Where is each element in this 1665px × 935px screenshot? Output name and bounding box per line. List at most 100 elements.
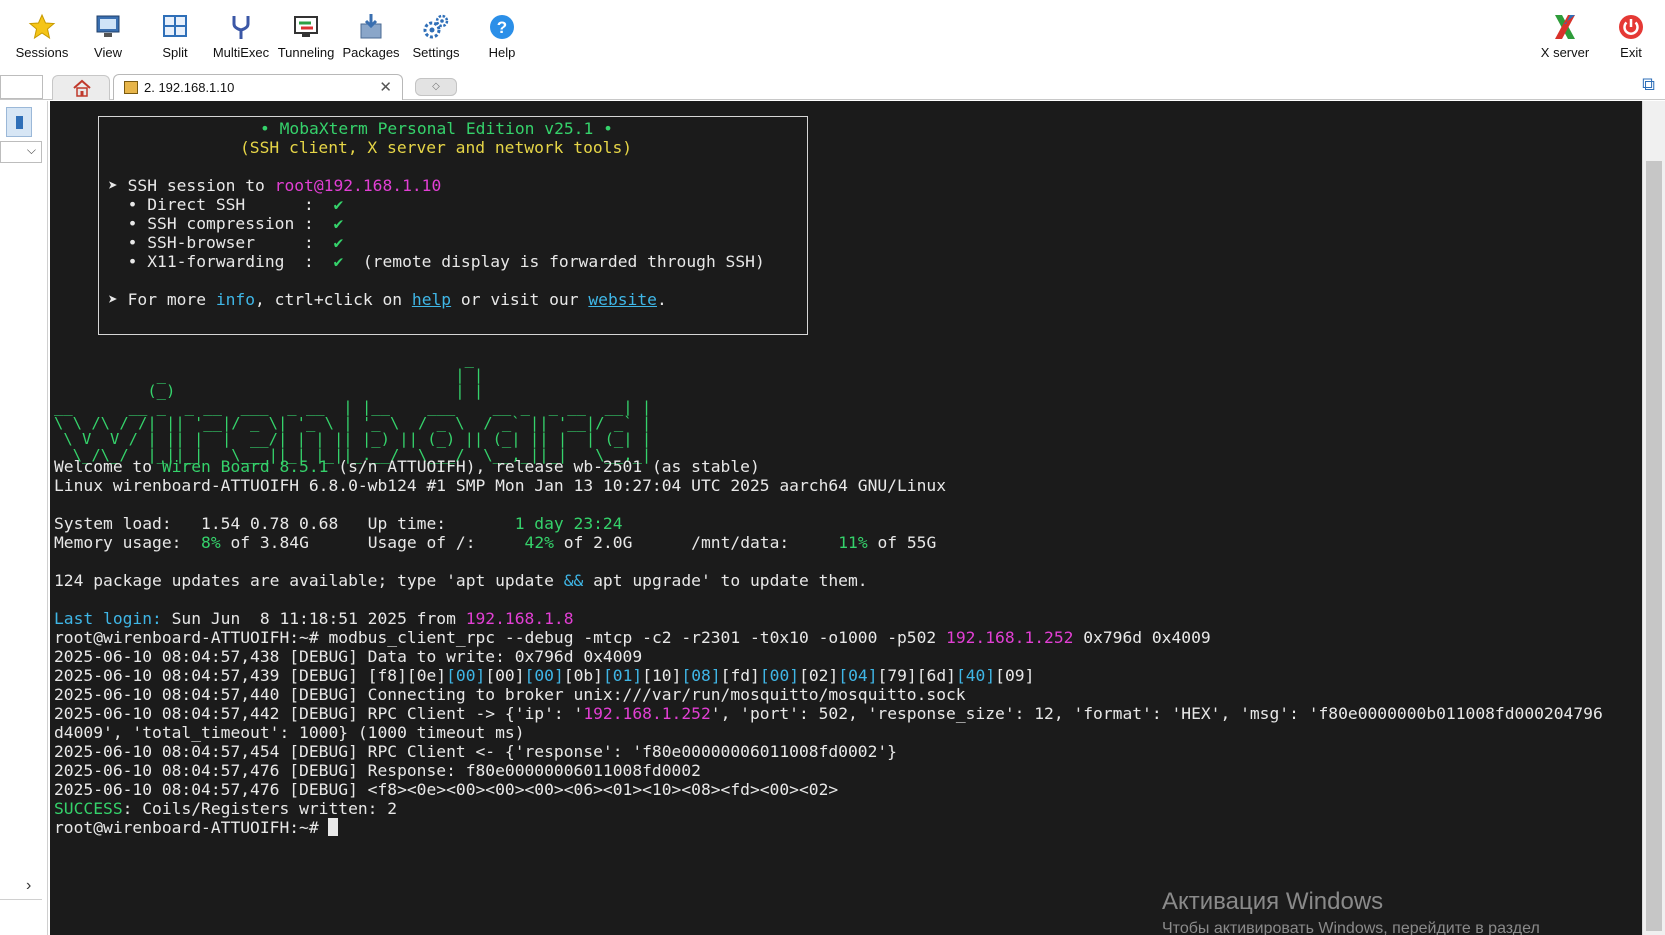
log2-prefix: 2025-06-10 08:04:57,439 [DEBUG] (54, 666, 368, 685)
split-button[interactable]: Split (139, 12, 211, 60)
command-tail: 0x796d 0x4009 (1073, 628, 1211, 647)
feature-text: • SSH compression : (108, 214, 334, 233)
sidebar-dropdown[interactable]: ⌵ (0, 141, 42, 163)
view-label: View (94, 45, 122, 60)
log-line: 2025-06-10 08:04:57,476 [DEBUG] <f8><0e>… (54, 780, 839, 799)
multiexec-button[interactable]: MultiExec (205, 12, 277, 60)
windows-activation-text: Чтобы активировать Windows, перейдите в … (1162, 920, 1540, 935)
sysload-line: System load: 1.54 0.78 0.68 Up time: 1 d… (54, 514, 623, 534)
updates-b: apt upgrade' to update them. (583, 571, 868, 590)
log4-prefix: 2025-06-10 08:04:57,442 [DEBUG] RPC Clie… (54, 704, 584, 723)
website-link[interactable]: website (588, 290, 657, 309)
x-server-icon (1555, 15, 1575, 39)
success-label: SUCCESS (54, 799, 123, 818)
x-server-label: X server (1540, 45, 1590, 60)
multiexec-label: MultiExec (212, 45, 270, 60)
sysload-label: System load: 1.54 0.78 0.68 Up time: (54, 514, 515, 533)
tab-bar: 2. 192.168.1.10 ✕ ◇ ⧉ (0, 72, 1665, 100)
feature-line-direct-ssh: • Direct SSH : ✔ (108, 195, 344, 215)
feature-note: (remote display is forwarded through SSH… (343, 252, 765, 271)
help-icon: ? (490, 15, 514, 39)
help-link[interactable]: help (412, 290, 451, 309)
command: modbus_client_rpc --debug -mtcp -c2 -r23… (328, 628, 947, 647)
final-prompt: root@wirenboard-ATTUOIFH:~# (54, 818, 329, 837)
x-server-button[interactable]: X server (1527, 12, 1603, 60)
feature-text: • X11-forwarding : (108, 252, 334, 271)
byte-value: [02] (799, 666, 839, 685)
byte-value: [0b] (563, 666, 603, 685)
byte-value: [40] (955, 666, 996, 685)
mem-rest: of 3.84G Usage of /: (220, 533, 525, 552)
log-line-rpc: 2025-06-10 08:04:57,442 [DEBUG] RPC Clie… (54, 704, 1603, 724)
byte-value: [08] (681, 666, 721, 685)
tab-session-192-168-1-10[interactable]: 2. 192.168.1.10 ✕ (113, 74, 403, 100)
log4-ip: 192.168.1.252 (583, 704, 711, 723)
welcome-line: Welcome to Wiren Board 8.5.1 (s/n ATTUOI… (54, 457, 760, 477)
new-tab-button[interactable]: ◇ (415, 78, 457, 96)
final-prompt-line[interactable]: root@wirenboard-ATTUOIFH:~# (54, 818, 339, 838)
banner-more-line: ➤ For more info, ctrl+click on help or v… (108, 290, 667, 310)
terminal-cursor (328, 818, 339, 836)
attachment-icon[interactable]: ⧉ (1642, 74, 1655, 95)
feature-line-ssh-compression: • SSH compression : ✔ (108, 214, 344, 234)
byte-value: [00] (524, 666, 564, 685)
svg-text:?: ? (497, 18, 507, 37)
last-login-text: Sun Jun 8 11:18:51 2025 from (161, 609, 466, 628)
prompt: root@wirenboard-ATTUOIFH:~# (54, 628, 329, 647)
memory-line: Memory usage: 8% of 3.84G Usage of /: 42… (54, 533, 936, 553)
command-line: root@wirenboard-ATTUOIFH:~# modbus_clien… (54, 628, 1211, 648)
byte-value: [09] (995, 666, 1035, 685)
help-label: Help (488, 45, 516, 60)
log-line-wrap: d4009', 'total_timeout': 1000} (1000 tim… (54, 723, 525, 742)
command-ip: 192.168.1.252 (946, 628, 1074, 647)
feature-line-ssh-browser: • SSH-browser : ✔ (108, 233, 344, 253)
help-button[interactable]: ? Help (466, 12, 538, 60)
byte-value: [0e] (406, 666, 447, 685)
banner-session-line: ➤ SSH session to root@192.168.1.10 (108, 176, 441, 196)
more-end: . (656, 290, 667, 309)
byte-value: [00] (485, 666, 525, 685)
check-icon: ✔ (333, 233, 344, 252)
tunnel-icon (294, 16, 318, 37)
feature-line-x11-forwarding: • X11-forwarding : ✔ (remote display is … (108, 252, 765, 272)
banner-session-host: root@192.168.1.10 (274, 176, 442, 195)
terminal-scrollbar[interactable] (1642, 101, 1665, 935)
quick-connect-input[interactable] (0, 75, 43, 99)
log4-rest: ', 'port': 502, 'response_size': 12, 'fo… (710, 704, 1603, 723)
tab-home[interactable] (52, 75, 110, 100)
data-rest: of 55G (867, 533, 937, 552)
terminal-view[interactable]: • MobaXterm Personal Edition v25.1 • (SS… (50, 101, 1642, 935)
kernel-line: Linux wirenboard-ATTUOIFH 6.8.0-wb124 #1… (54, 476, 946, 495)
view-button[interactable]: View (72, 12, 144, 60)
home-icon (73, 79, 91, 97)
star-icon (28, 13, 56, 40)
log-line-bytes: 2025-06-10 08:04:57,439 [DEBUG] [f8][0e]… (54, 666, 1034, 686)
log-line: 2025-06-10 08:04:57,476 [DEBUG] Response… (54, 761, 701, 780)
more-mid2: or visit our (451, 290, 589, 309)
chevron-down-icon: ⌵ (26, 143, 36, 157)
close-tab-icon[interactable]: ✕ (379, 78, 392, 96)
tunneling-label: Tunneling (277, 45, 335, 60)
scrollbar-thumb[interactable] (1646, 161, 1662, 931)
tunneling-button[interactable]: Tunneling (270, 12, 342, 60)
packages-button[interactable]: Packages (335, 12, 407, 60)
log-line: 2025-06-10 08:04:57,438 [DEBUG] Data to … (54, 647, 643, 666)
banner-session-prefix: ➤ SSH session to (108, 176, 275, 195)
expand-sidebar-icon[interactable]: › (26, 877, 31, 895)
packages-label: Packages (342, 45, 400, 60)
settings-button[interactable]: Settings (400, 12, 472, 60)
more-mid: , ctrl+click on (255, 290, 412, 309)
banner-subtitle: (SSH client, X server and network tools) (240, 138, 633, 157)
updates-amp: && (563, 571, 584, 590)
exit-button[interactable]: Exit (1594, 12, 1665, 60)
byte-value: [00] (759, 666, 800, 685)
check-icon: ✔ (333, 214, 344, 233)
sessions-label: Sessions (15, 45, 69, 60)
sidebar-sessions-tab[interactable] (6, 107, 32, 137)
monitor-icon (96, 15, 120, 37)
sessions-button[interactable]: Sessions (6, 12, 78, 60)
more-prefix: ➤ For more (108, 290, 216, 309)
mobaxterm-window: Sessions View Split MultiExec Tunneling … (0, 0, 1665, 935)
byte-value: [04] (838, 666, 878, 685)
exit-label: Exit (1620, 45, 1642, 60)
